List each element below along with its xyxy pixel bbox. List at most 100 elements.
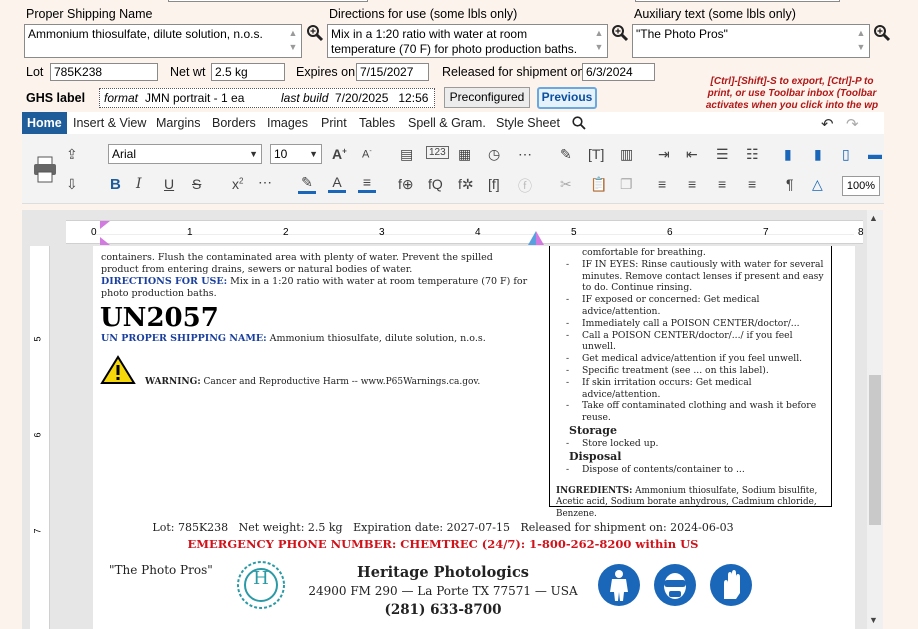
print-icon[interactable] — [32, 154, 58, 184]
calendar-icon[interactable]: ▦ — [458, 146, 471, 163]
left-text-block: containers. Flush the contaminated area … — [101, 252, 531, 300]
more-format-icon[interactable]: ⋯ — [258, 174, 272, 191]
field-scroll-arrows[interactable]: ▲ ▼ — [855, 26, 867, 56]
more-layout-icon[interactable]: ▬ — [868, 146, 882, 162]
tab-images[interactable]: Images — [267, 112, 308, 134]
field-settings-icon[interactable]: f✲ — [458, 176, 474, 193]
format-painter-icon[interactable]: ▥ — [620, 146, 633, 163]
ribbon-toolbar: ⇪ ⇩ Arial ▼ 10 ▼ A+ A- B I U S x2 ⋯ ✎ A ≡ … — [22, 134, 884, 204]
align-left-icon[interactable]: ≡ — [658, 176, 666, 192]
ribbon-tabs: Home Insert & View Margins Borders Image… — [22, 112, 884, 134]
label-page[interactable]: containers. Flush the contaminated area … — [93, 246, 855, 629]
lot-label: Lot — [26, 65, 44, 79]
scroll-down-icon[interactable]: ▼ — [869, 615, 878, 625]
face-protection-icon — [654, 564, 696, 606]
numbering-icon[interactable]: 123 — [426, 146, 449, 159]
underline-icon[interactable]: U — [164, 176, 174, 192]
undo-icon[interactable]: ↶ — [821, 115, 834, 133]
indent-marker-icon[interactable] — [100, 221, 112, 245]
search-icon[interactable] — [572, 116, 586, 130]
shrink-font-icon[interactable]: A- — [362, 148, 372, 161]
disposal-heading: Disposal — [569, 449, 622, 463]
vertical-ruler[interactable]: 5 6 7 — [30, 246, 50, 629]
align-right-icon[interactable]: ≡ — [718, 176, 726, 192]
paragraph-color-icon[interactable]: ≡ — [358, 174, 376, 193]
download-icon[interactable]: ⇩ — [66, 176, 78, 193]
list-item: Take off contaminated clothing and wash … — [550, 400, 825, 424]
italic-icon[interactable]: I — [136, 176, 142, 192]
keyboard-hint: [Ctrl]-[Shift]-S to export, [Ctrl]-P to … — [705, 76, 879, 111]
tab-tables[interactable]: Tables — [359, 112, 395, 134]
right-indent-marker-icon[interactable] — [528, 231, 544, 245]
page-bottom-icon[interactable]: ▮ — [814, 146, 822, 163]
field-disabled-icon[interactable]: ⓕ — [518, 176, 532, 196]
directions-heading: DIRECTIONS FOR USE: — [101, 276, 228, 287]
format-value: JMN portrait - 1 ea — [145, 91, 245, 105]
top-strip — [0, 0, 918, 4]
more-options-icon[interactable]: ⋯ — [518, 146, 532, 163]
zoom-magnifier-icon[interactable] — [611, 24, 629, 42]
field-scroll-arrows[interactable]: ▲ ▼ — [287, 26, 299, 56]
tab-style-sheet[interactable]: Style Sheet — [496, 112, 560, 134]
shapes-icon[interactable]: △ — [812, 176, 823, 193]
directions-field[interactable]: Mix in a 1:20 ratio with water at room t… — [327, 24, 608, 58]
proper-shipping-field[interactable]: Ammonium thiosulfate, dilute solution, n… — [24, 24, 302, 58]
warning-text: Cancer and Reproductive Harm -- www.P65W… — [203, 377, 481, 387]
page-layout-icon[interactable]: ▮ — [784, 146, 792, 163]
field-brackets-icon[interactable]: [f] — [488, 176, 500, 192]
text-frame-icon[interactable]: [T] — [588, 146, 604, 162]
tab-borders[interactable]: Borders — [212, 112, 256, 134]
strikethrough-icon[interactable]: S — [192, 176, 201, 192]
field-search-icon[interactable]: fQ — [428, 176, 443, 192]
superscript-icon[interactable]: x2 — [232, 176, 243, 192]
list-item: IF exposed or concerned: Get medical adv… — [550, 294, 825, 318]
tab-print[interactable]: Print — [321, 112, 347, 134]
aux-text: "The Photo Pros" — [109, 563, 213, 577]
numbered-list-icon[interactable]: ☷ — [746, 146, 759, 163]
gloves-icon — [710, 564, 752, 606]
auxiliary-field[interactable]: "The Photo Pros" ▲ ▼ — [632, 24, 870, 58]
paste-icon[interactable]: 📋 — [590, 176, 607, 193]
bold-icon[interactable]: B — [110, 176, 121, 193]
edit-icon[interactable]: ✎ — [560, 146, 572, 163]
preconfigured-button[interactable]: Preconfigured — [444, 87, 530, 108]
redo-icon[interactable]: ↷ — [846, 115, 859, 133]
netwt-field[interactable]: 2.5 kg — [211, 63, 285, 81]
page-number-icon[interactable]: ▤ — [400, 146, 413, 163]
indent-decrease-icon[interactable]: ⇤ — [686, 146, 698, 163]
font-family-select[interactable]: Arial ▼ — [108, 144, 262, 164]
scrollbar-thumb[interactable] — [869, 375, 881, 525]
zoom-magnifier-icon[interactable] — [873, 24, 891, 42]
previous-button[interactable]: Previous — [537, 87, 597, 109]
page-border-icon[interactable]: ▯ — [842, 146, 850, 163]
tab-margins[interactable]: Margins — [156, 112, 200, 134]
bullet-list-icon[interactable]: ☰ — [716, 146, 729, 163]
upload-icon[interactable]: ⇪ — [66, 146, 78, 163]
field-insert-icon[interactable]: f⊕ — [398, 176, 414, 193]
scroll-up-icon[interactable]: ▲ — [869, 213, 878, 223]
align-center-icon[interactable]: ≡ — [688, 176, 696, 192]
tab-insert-view[interactable]: Insert & View — [73, 112, 146, 134]
highlight-icon[interactable]: ✎ — [298, 174, 316, 194]
field-scroll-arrows[interactable]: ▲ ▼ — [593, 26, 605, 56]
horizontal-ruler[interactable]: 0 1 2 3 4 5 6 7 8 — [66, 220, 864, 245]
expires-field[interactable]: 7/15/2027 — [356, 63, 429, 81]
clock-icon[interactable]: ◷ — [488, 146, 500, 163]
tab-spell-gram[interactable]: Spell & Gram. — [408, 112, 486, 134]
grow-font-icon[interactable]: A+ — [332, 146, 347, 162]
tab-home[interactable]: Home — [22, 112, 67, 134]
cut-icon[interactable]: ✂ — [560, 176, 572, 193]
paragraph-mark-icon[interactable]: ¶ — [786, 176, 794, 192]
zoom-field[interactable]: 100% — [842, 176, 880, 196]
lot-field[interactable]: 785K238 — [50, 63, 158, 81]
indent-increase-icon[interactable]: ⇥ — [658, 146, 670, 163]
justify-icon[interactable]: ≡ — [748, 176, 756, 192]
font-color-icon[interactable]: A — [328, 174, 346, 193]
netwt-label: Net wt — [170, 65, 206, 79]
vertical-scrollbar[interactable]: ▲ ▼ — [867, 210, 883, 629]
zoom-magnifier-icon[interactable] — [306, 24, 324, 42]
font-size-select[interactable]: 10 ▼ — [270, 144, 322, 164]
released-field[interactable]: 6/3/2024 — [582, 63, 655, 81]
copy-icon[interactable]: ❐ — [620, 176, 633, 193]
format-box[interactable]: format JMN portrait - 1 ea last build 7/… — [99, 88, 435, 108]
